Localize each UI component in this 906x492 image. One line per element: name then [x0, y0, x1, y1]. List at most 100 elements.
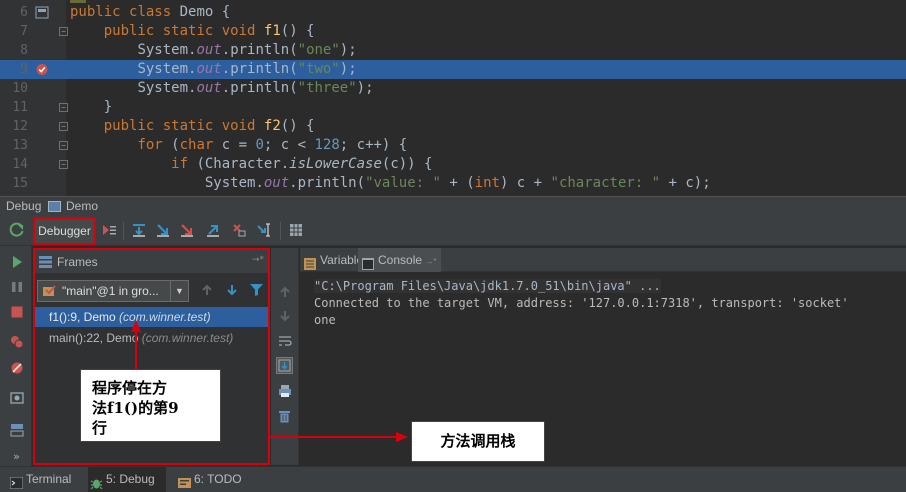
frame-method: f1():9, Demo	[49, 310, 116, 324]
code-text: System.out.println("three");	[137, 80, 374, 96]
resume-icon[interactable]	[8, 253, 25, 270]
tab-variables[interactable]: Variables →*	[300, 248, 369, 290]
more-actions-icon[interactable]: »	[8, 448, 25, 465]
rerun-icon[interactable]	[8, 221, 26, 239]
console-side-toolbar	[271, 248, 299, 465]
code-text: System.out.println("value: " + (int) c +…	[204, 175, 711, 191]
annotation-line: 程序停在方	[92, 379, 168, 397]
line-number: 13	[12, 138, 28, 153]
debug-side-bar: »	[0, 246, 32, 466]
code-line-15[interactable]: 15 System.out.println("value: " + (int) …	[0, 174, 906, 193]
bookmark-icon	[35, 6, 49, 19]
line-number: 11	[12, 100, 28, 115]
annotation-line: 行	[92, 419, 108, 437]
frames-title: Frames	[57, 255, 98, 269]
fold-icon[interactable]: −	[59, 141, 68, 150]
filter-icon[interactable]	[250, 284, 263, 299]
code-line-14[interactable]: 14 − if (Character.isLowerCase(c)) {	[0, 155, 906, 174]
code-editor[interactable]: 6 public class Demo { 7 − public static …	[0, 0, 906, 196]
pin-icon[interactable]: →*	[425, 257, 436, 266]
tab-console-label: Console	[378, 253, 423, 267]
code-line-12[interactable]: 12 − public static void f2() {	[0, 117, 906, 136]
console-icon	[362, 254, 374, 270]
tab-debug-label: 5: Debug	[106, 472, 155, 486]
tab-todo[interactable]: 6: TODO	[176, 467, 246, 492]
line-number: 15	[12, 176, 28, 191]
step-into-icon[interactable]	[154, 221, 172, 239]
scroll-to-end-icon[interactable]	[276, 357, 293, 374]
code-line-10[interactable]: 10 System.out.println("three");	[0, 79, 906, 98]
frame-package: (com.winner.test)	[119, 310, 211, 324]
tab-debug[interactable]: 5: Debug	[88, 467, 166, 492]
code-text: public static void f2() {	[103, 118, 315, 134]
run-config-icon	[48, 201, 61, 212]
code-line-8[interactable]: 8 System.out.println("one");	[0, 41, 906, 60]
view-breakpoints-icon[interactable]	[8, 333, 25, 350]
soft-wrap-icon[interactable]	[276, 332, 293, 349]
next-frame-icon[interactable]	[226, 284, 238, 299]
code-text: }	[70, 99, 113, 115]
line-number: 9	[20, 62, 28, 77]
line-number: 8	[20, 43, 28, 58]
frame-item-main[interactable]: main():22, Demo (com.winner.test)	[35, 328, 268, 348]
toolbar-separator	[123, 222, 124, 240]
frame-item-f1[interactable]: f1():9, Demo (com.winner.test)	[35, 307, 268, 327]
drop-frame-icon[interactable]	[230, 221, 248, 239]
code-line-9-current[interactable]: 9 System.out.println("two");	[0, 60, 906, 79]
line-number: 10	[12, 81, 28, 96]
code-line-13[interactable]: 13 − for (char c = 0; c < 128; c++) {	[0, 136, 906, 155]
code-line-6[interactable]: 6 public class Demo {	[0, 3, 906, 22]
tab-terminal-label: Terminal	[26, 472, 72, 486]
run-to-cursor-icon[interactable]	[255, 221, 273, 239]
bug-icon	[90, 473, 103, 490]
toolbar-separator	[280, 222, 281, 240]
annotation-line: 法f1()的第9	[92, 399, 179, 417]
console-panel: Variables →* Console →* "C:\Program File…	[300, 248, 906, 465]
code-line-11[interactable]: 11 − }	[0, 98, 906, 117]
code-text: System.out.println("two");	[137, 61, 357, 77]
tab-debugger[interactable]: Debugger	[33, 217, 96, 245]
evaluate-expression-icon[interactable]	[287, 221, 305, 239]
mute-breakpoints-icon[interactable]	[8, 359, 25, 376]
code-line-7[interactable]: 7 − public static void f1() {	[0, 22, 906, 41]
breakpoint-icon[interactable]	[35, 63, 49, 76]
previous-frame-icon[interactable]	[201, 284, 213, 299]
fold-icon[interactable]: −	[59, 122, 68, 131]
annotation-call-stack-note: 方法调用栈	[411, 421, 545, 462]
tab-terminal[interactable]: Terminal	[8, 467, 80, 492]
pin-icon[interactable]: →*	[252, 255, 264, 265]
line-number: 7	[20, 24, 28, 39]
todo-icon	[178, 473, 191, 488]
frames-icon	[39, 256, 52, 271]
line-number: 6	[20, 5, 28, 20]
frames-header: Frames →*	[35, 250, 268, 274]
thread-selector[interactable]: "main"@1 in gro... ▼	[37, 280, 189, 302]
fold-icon[interactable]: −	[59, 27, 68, 36]
code-text: if (Character.isLowerCase(c)) {	[171, 156, 433, 172]
debug-tool-window-title: Debug Demo	[0, 196, 906, 216]
line-number: 14	[12, 157, 28, 172]
frame-method: main():22, Demo	[49, 331, 139, 345]
print-icon[interactable]	[276, 382, 293, 399]
console-output[interactable]: "C:\Program Files\Java\jdk1.7.0_51\bin\j…	[314, 278, 849, 329]
restore-layout-icon[interactable]	[8, 421, 25, 438]
stop-icon[interactable]	[8, 303, 25, 320]
step-out-icon[interactable]	[204, 221, 222, 239]
force-step-into-icon[interactable]	[178, 221, 196, 239]
get-thread-dump-icon[interactable]	[8, 389, 25, 406]
show-execution-point-icon[interactable]	[100, 221, 118, 239]
thread-name: "main"@1 in gro...	[62, 284, 159, 298]
pause-icon[interactable]	[8, 278, 25, 295]
tab-console[interactable]: Console →*	[358, 248, 441, 272]
scroll-down-icon[interactable]	[276, 307, 293, 324]
scroll-up-icon[interactable]	[276, 283, 293, 300]
step-over-icon[interactable]	[130, 221, 148, 239]
thread-icon	[42, 284, 57, 301]
fold-icon[interactable]: −	[59, 103, 68, 112]
fold-icon[interactable]: −	[59, 160, 68, 169]
console-line: "C:\Program Files\Java\jdk1.7.0_51\bin\j…	[314, 279, 661, 293]
panel-tabs: Variables →* Console →*	[300, 248, 906, 290]
tab-todo-label: 6: TODO	[194, 472, 242, 486]
clear-all-icon[interactable]	[276, 407, 293, 424]
code-text: public class Demo {	[70, 4, 231, 20]
